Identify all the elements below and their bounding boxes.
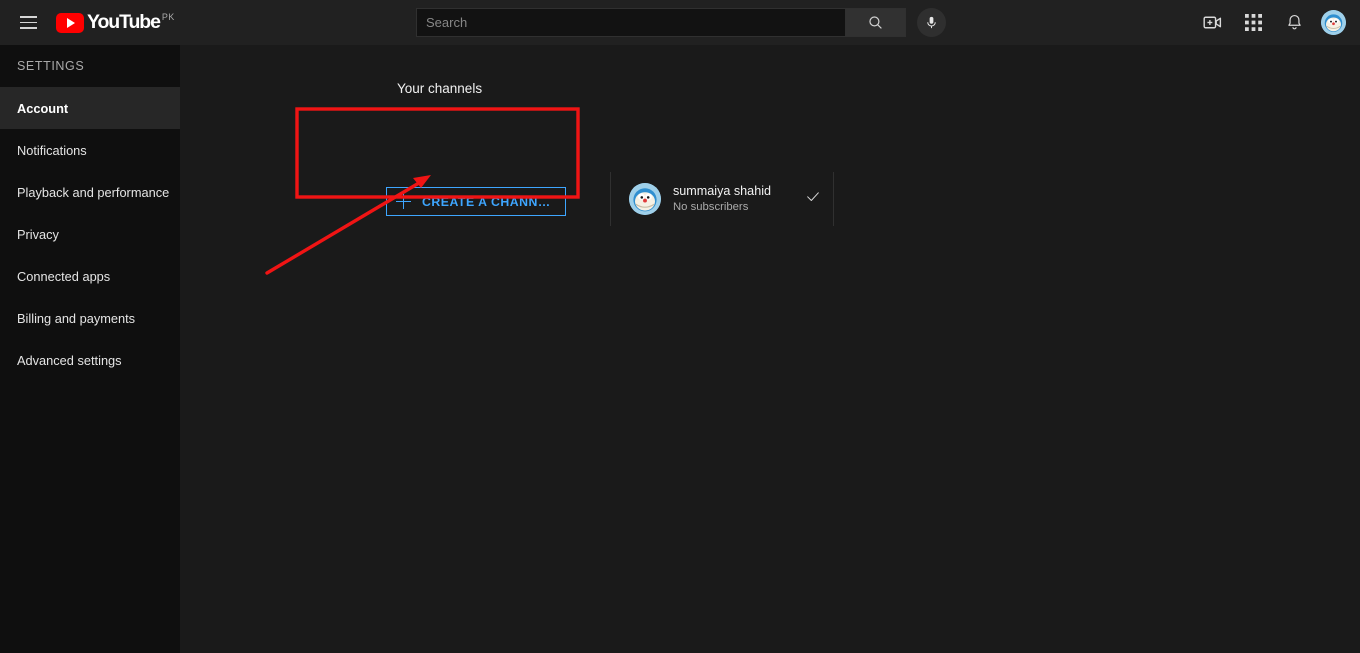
sidebar-item-label: Privacy (17, 226, 59, 242)
sidebar-title: SETTINGS (17, 59, 85, 73)
sidebar-item-list: Account Notifications Playback and perfo… (0, 87, 180, 381)
sidebar-item-label: Playback and performance (17, 184, 170, 200)
search-button[interactable] (846, 8, 906, 37)
youtube-logo-text: YouTube (87, 11, 161, 33)
sidebar-item-account[interactable]: Account (0, 87, 180, 129)
sidebar-item-label: Advanced settings (17, 352, 122, 368)
notifications-bell-icon[interactable] (1280, 9, 1308, 37)
sidebar-item-privacy[interactable]: Privacy (0, 213, 180, 255)
sidebar-item-playback-and-performance[interactable]: Playback and performance (0, 171, 180, 213)
search-box[interactable] (416, 8, 846, 37)
microphone-icon (927, 16, 936, 29)
create-a-channel-button[interactable]: CREATE A CHANN… (386, 187, 566, 216)
top-navigation-bar: YouTube PK (0, 0, 1360, 45)
youtube-settings-page: YouTube PK Search SETTINGS Account Notif… (0, 0, 1360, 653)
sidebar-item-connected-apps[interactable]: Connected apps (0, 255, 180, 297)
search-icon (869, 16, 882, 29)
apps-grid-icon[interactable] (1239, 9, 1267, 37)
sidebar-item-label: Billing and payments (17, 310, 136, 326)
channel-meta: summaiya shahid No subscribers (673, 183, 771, 215)
sidebar-item-label: Account (17, 100, 69, 116)
sidebar-item-notifications[interactable]: Notifications (0, 129, 180, 171)
plus-icon (396, 194, 411, 209)
avatar-image (1321, 10, 1346, 35)
channel-list-item[interactable]: summaiya shahid No subscribers (610, 172, 834, 226)
sidebar-item-advanced-settings[interactable]: Advanced settings (0, 339, 180, 381)
hamburger-menu-icon[interactable] (16, 11, 40, 35)
youtube-play-icon (56, 13, 84, 33)
create-a-channel-label: CREATE A CHANN… (422, 194, 551, 209)
channel-subscriber-count: No subscribers (673, 201, 749, 213)
youtube-logo[interactable]: YouTube PK (56, 12, 175, 33)
sidebar-item-label: Notifications (17, 142, 87, 158)
page-title: Your channels (397, 81, 483, 96)
channel-name: summaiya shahid (673, 184, 771, 198)
create-video-icon[interactable] (1198, 9, 1226, 37)
checkmark-icon (805, 189, 821, 210)
voice-search-button[interactable] (917, 8, 946, 37)
settings-main-content: Your channels CREATE A CHANN… summaiya s… (180, 45, 1360, 653)
avatar[interactable] (1321, 10, 1346, 35)
search-input[interactable] (426, 15, 836, 30)
sidebar-item-billing-and-payments[interactable]: Billing and payments (0, 297, 180, 339)
search-area (416, 8, 946, 37)
settings-sidebar: SETTINGS Account Notifications Playback … (0, 45, 180, 653)
channel-avatar (629, 183, 661, 215)
topbar-left-group: YouTube PK (0, 11, 175, 35)
topbar-right-group (1198, 0, 1346, 45)
youtube-country-code: PK (161, 12, 175, 22)
sidebar-item-label: Connected apps (17, 268, 111, 284)
